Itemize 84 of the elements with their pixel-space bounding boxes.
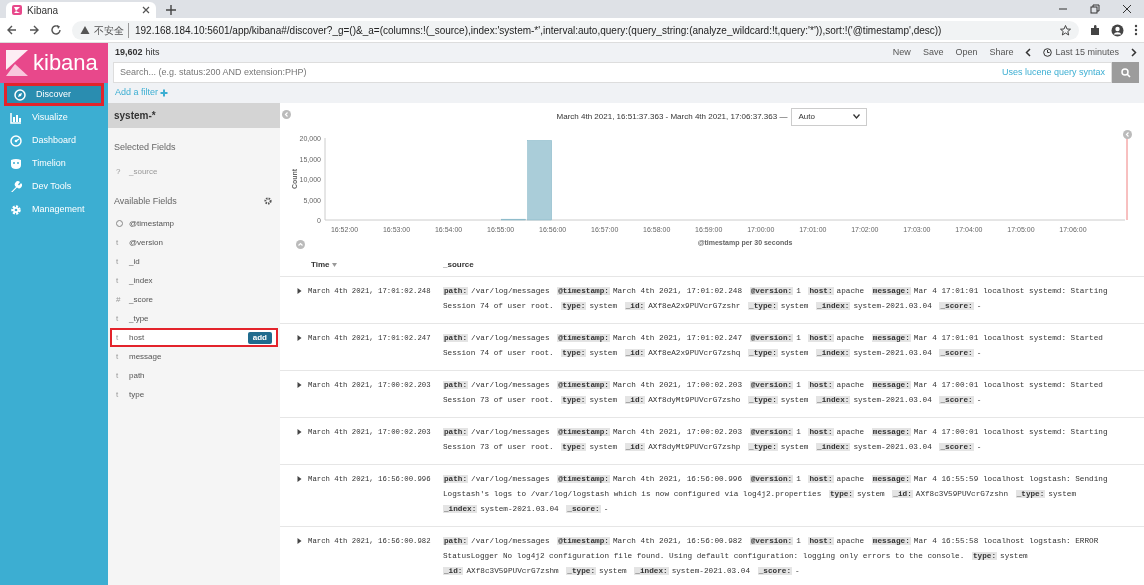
field-name: _score: [129, 293, 154, 306]
hits-label: hits: [145, 45, 160, 59]
field-item[interactable]: t type: [110, 385, 278, 404]
field-type-icon: #: [116, 293, 123, 306]
expand-row-icon[interactable]: [297, 476, 302, 482]
profile-icon[interactable]: [1111, 23, 1124, 37]
menu-link[interactable]: New: [892, 45, 911, 60]
search-button[interactable]: [1112, 62, 1139, 83]
kibana-logo-icon: [6, 50, 28, 76]
reload-icon[interactable]: [50, 24, 62, 36]
field-item[interactable]: t host add: [110, 328, 278, 347]
field-item[interactable]: t _id: [110, 252, 278, 271]
field-name: @version: [129, 236, 164, 249]
index-pattern-title[interactable]: system-*: [108, 103, 280, 128]
menu-link[interactable]: Save: [922, 45, 944, 60]
field-name: _source: [129, 166, 159, 178]
time-picker-link[interactable]: Last 15 minutes: [1043, 45, 1119, 60]
field-type-icon: t: [116, 236, 123, 249]
compass-icon: [14, 88, 26, 101]
back-icon[interactable]: [6, 24, 18, 36]
menu-icon[interactable]: [1134, 24, 1138, 36]
field-type-icon: t: [116, 255, 123, 268]
restore-icon[interactable]: [1090, 4, 1100, 14]
field-name: _id: [129, 255, 141, 268]
tab-title: Kibana: [27, 3, 60, 18]
logo-text: kibana: [33, 52, 98, 74]
menu-link[interactable]: Open: [955, 45, 978, 60]
field-type-icon: t: [116, 312, 123, 325]
time-range-text: March 4th 2021, 16:51:37.363 - March 4th 2021, 17:06:37.363 —: [556, 110, 788, 123]
browser-tab[interactable]: Kibana: [6, 2, 156, 18]
wrench-icon: [10, 180, 22, 193]
field-type-icon: t: [116, 388, 123, 401]
field-name: type: [129, 388, 146, 401]
field-item[interactable]: t _type: [110, 309, 278, 328]
field-name: _index: [129, 274, 154, 287]
field-name: @timestamp: [129, 217, 176, 230]
section-title: Selected Fields: [113, 141, 177, 154]
field-type-icon: t: [116, 350, 123, 363]
close-icon[interactable]: [1122, 4, 1132, 14]
mask-icon: [10, 157, 22, 170]
field-item[interactable]: # _score: [110, 290, 278, 309]
nav-item[interactable]: Discover: [4, 83, 104, 106]
interval-select[interactable]: Auto: [791, 107, 868, 126]
field-item[interactable]: t path: [110, 366, 278, 385]
url-text: 192.168.184.10:5601/app/kibana#/discover?_g=()&_a=(columns:!(_source),index:'system-*',interval:auto,query:(query_string:(analyze_wildcard:!t,query:'*')),sort:!('@timestamp',desc)): [134, 23, 942, 38]
column-header[interactable]: _source: [443, 259, 474, 271]
field-item[interactable]: t message: [110, 347, 278, 366]
kibana-favicon-icon: [12, 5, 22, 15]
field-name: _type: [129, 312, 150, 325]
menu-link[interactable]: Share: [989, 45, 1014, 60]
bar-chart-icon: [10, 111, 22, 124]
field-type-icon: t: [116, 274, 123, 287]
field-name: path: [129, 369, 146, 382]
hits-count: 19,602: [115, 45, 143, 59]
sort-icon: [331, 263, 337, 267]
add-button[interactable]: add: [247, 331, 272, 344]
section-title: Available Fields: [114, 194, 178, 208]
chevron-left-icon[interactable]: [1025, 48, 1032, 57]
field-name: host: [129, 331, 146, 344]
expand-row-icon[interactable]: [297, 288, 302, 294]
warning-icon: [80, 25, 90, 35]
field-type-icon: ?: [116, 166, 123, 178]
expand-row-icon[interactable]: [297, 382, 302, 388]
expand-row-icon[interactable]: [297, 335, 302, 341]
star-icon[interactable]: [1060, 24, 1071, 36]
new-tab-icon[interactable]: [164, 3, 178, 17]
column-header[interactable]: Time: [311, 259, 337, 271]
field-type-icon: t: [116, 331, 123, 344]
security-label: 不安全: [94, 22, 129, 38]
plus-icon: [160, 89, 169, 97]
expand-row-icon[interactable]: [297, 429, 302, 435]
caret-icon: [853, 114, 861, 119]
chevron-right-icon[interactable]: [1131, 48, 1137, 57]
close-icon[interactable]: [142, 6, 150, 14]
address-bar[interactable]: 不安全 192.168.184.10:5601/app/kibana#/discover?_g=()&_a=(columns:!(_source),index:'system-*',interval:auto,query:(query_string:(analyze_wildcard:!t,query:'*')),sort:!('@timestamp',desc)): [72, 20, 1079, 40]
field-type-icon: t: [116, 369, 123, 382]
field-item[interactable]: t _index: [110, 271, 278, 290]
search-icon: [1120, 67, 1131, 78]
field-name: message: [129, 350, 163, 363]
forward-icon[interactable]: [28, 24, 40, 36]
field-item[interactable]: @timestamp: [110, 214, 278, 233]
expand-row-icon[interactable]: [297, 538, 302, 544]
field-item[interactable]: t @version: [110, 233, 278, 252]
gauge-icon: [10, 134, 22, 147]
